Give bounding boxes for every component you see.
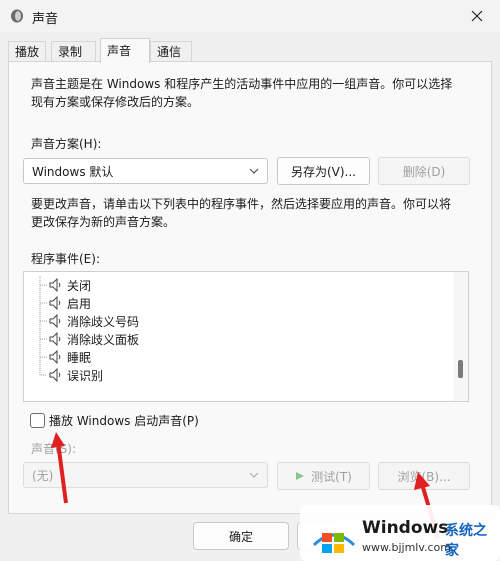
close-icon bbox=[471, 10, 483, 22]
intro-text-line2: 现有方案或保存修改后的方案。 bbox=[31, 95, 200, 109]
list-item[interactable]: 启用 bbox=[24, 294, 444, 312]
annotation-arrow-icon bbox=[51, 432, 68, 504]
delete-scheme-button[interactable]: 删除(D) bbox=[378, 157, 470, 185]
change-text-line1: 要更改声音，请单击以下列表中的程序事件，然后选择要应用的声音。你可以将 bbox=[31, 197, 452, 211]
tab-sounds[interactable]: 声音 bbox=[100, 38, 150, 63]
events-scrollbar[interactable] bbox=[453, 272, 468, 401]
speaker-icon bbox=[49, 314, 61, 328]
scheme-label: 声音方案(H): bbox=[31, 137, 102, 151]
speaker-icon bbox=[49, 296, 61, 310]
scheme-value: Windows 默认 bbox=[32, 165, 114, 179]
speaker-icon bbox=[49, 350, 61, 364]
speaker-icon bbox=[49, 332, 61, 346]
close-button[interactable] bbox=[454, 0, 500, 32]
window-title: 声音 bbox=[32, 12, 59, 27]
tab-recording[interactable]: 录制 bbox=[51, 41, 96, 62]
chevron-down-icon bbox=[249, 168, 259, 174]
test-sound-label: 测试(T) bbox=[311, 469, 352, 484]
save-as-button[interactable]: 另存为(V)... bbox=[277, 157, 370, 185]
tab-communications[interactable]: 通信 bbox=[150, 41, 192, 62]
watermark: Windows 系统之家 www.bjjmlv.com bbox=[300, 505, 500, 561]
scrollbar-thumb[interactable] bbox=[458, 360, 463, 378]
program-events-list[interactable]: 关闭 启用 消除歧义号码 消除歧义面板 睡眠 误识别 bbox=[23, 271, 469, 402]
intro-text-line1: 声音主题是在 Windows 和程序产生的活动事件中应用的一组声音。你可以选择 bbox=[31, 77, 453, 91]
event-label: 误识别 bbox=[67, 369, 104, 383]
windows-logo-icon bbox=[312, 533, 356, 553]
list-item[interactable]: 关闭 bbox=[24, 276, 444, 294]
speaker-icon bbox=[49, 368, 61, 382]
list-item[interactable]: 消除歧义号码 bbox=[24, 312, 444, 330]
tab-playback[interactable]: 播放 bbox=[8, 41, 46, 62]
event-label: 消除歧义面板 bbox=[67, 333, 140, 347]
startup-sound-label[interactable]: 播放 Windows 启动声音(P) bbox=[49, 412, 199, 430]
test-sound-button[interactable]: 测试(T) bbox=[277, 462, 370, 490]
scheme-select[interactable]: Windows 默认 bbox=[23, 158, 268, 184]
list-item[interactable]: 误识别 bbox=[24, 366, 444, 384]
event-label: 睡眠 bbox=[67, 351, 92, 365]
startup-sound-checkbox[interactable] bbox=[30, 413, 45, 428]
program-events-label: 程序事件(E): bbox=[31, 252, 100, 266]
title-bar: 声音 bbox=[0, 0, 500, 32]
list-item[interactable]: 消除歧义面板 bbox=[24, 330, 444, 348]
event-label: 消除歧义号码 bbox=[67, 315, 140, 329]
watermark-url: www.bjjmlv.com bbox=[362, 541, 451, 554]
list-item[interactable]: 睡眠 bbox=[24, 348, 444, 366]
speaker-app-icon bbox=[11, 9, 23, 23]
event-label: 启用 bbox=[67, 297, 92, 311]
watermark-subtitle: 系统之家 bbox=[445, 523, 487, 559]
event-label: 关闭 bbox=[67, 279, 92, 293]
speaker-icon bbox=[49, 278, 61, 292]
change-text-line2: 更改保存为新的声音方案。 bbox=[31, 215, 176, 229]
chevron-down-icon bbox=[249, 472, 259, 478]
play-icon bbox=[296, 472, 305, 480]
ok-button[interactable]: 确定 bbox=[193, 522, 289, 550]
watermark-title: Windows bbox=[362, 518, 449, 538]
